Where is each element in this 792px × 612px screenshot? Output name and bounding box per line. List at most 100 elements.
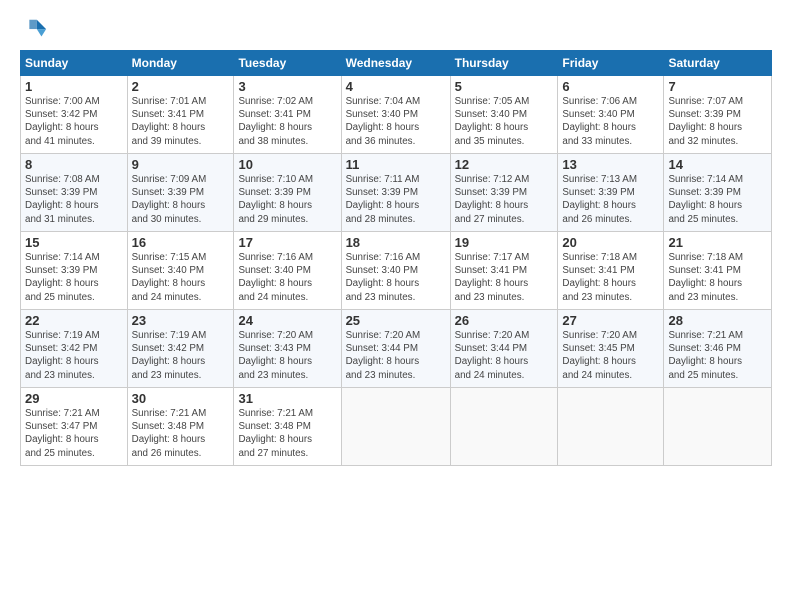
day-info: Sunrise: 7:20 AMSunset: 3:43 PMDaylight:…	[238, 329, 336, 382]
day-info: Sunrise: 7:08 AMSunset: 3:39 PMDaylight:…	[25, 173, 123, 226]
day-info: Sunrise: 7:06 AMSunset: 3:40 PMDaylight:…	[562, 95, 659, 148]
day-info: Sunrise: 7:21 AMSunset: 3:48 PMDaylight:…	[238, 407, 336, 460]
calendar-cell: 28Sunrise: 7:21 AMSunset: 3:46 PMDayligh…	[664, 310, 772, 388]
day-number: 20	[562, 235, 659, 250]
day-number: 1	[25, 79, 123, 94]
calendar-week-row: 29Sunrise: 7:21 AMSunset: 3:47 PMDayligh…	[21, 388, 772, 466]
weekday-header: Monday	[127, 51, 234, 76]
day-number: 22	[25, 313, 123, 328]
calendar-week-row: 8Sunrise: 7:08 AMSunset: 3:39 PMDaylight…	[21, 154, 772, 232]
day-info: Sunrise: 7:12 AMSunset: 3:39 PMDaylight:…	[455, 173, 554, 226]
calendar-cell: 1Sunrise: 7:00 AMSunset: 3:42 PMDaylight…	[21, 76, 128, 154]
calendar-cell: 29Sunrise: 7:21 AMSunset: 3:47 PMDayligh…	[21, 388, 128, 466]
day-info: Sunrise: 7:14 AMSunset: 3:39 PMDaylight:…	[668, 173, 767, 226]
calendar-cell: 24Sunrise: 7:20 AMSunset: 3:43 PMDayligh…	[234, 310, 341, 388]
day-number: 2	[132, 79, 230, 94]
calendar-cell: 14Sunrise: 7:14 AMSunset: 3:39 PMDayligh…	[664, 154, 772, 232]
day-number: 18	[346, 235, 446, 250]
page: SundayMondayTuesdayWednesdayThursdayFrid…	[0, 0, 792, 612]
calendar-cell: 22Sunrise: 7:19 AMSunset: 3:42 PMDayligh…	[21, 310, 128, 388]
calendar-cell: 12Sunrise: 7:12 AMSunset: 3:39 PMDayligh…	[450, 154, 558, 232]
day-info: Sunrise: 7:05 AMSunset: 3:40 PMDaylight:…	[455, 95, 554, 148]
day-number: 11	[346, 157, 446, 172]
calendar-cell	[450, 388, 558, 466]
day-info: Sunrise: 7:21 AMSunset: 3:46 PMDaylight:…	[668, 329, 767, 382]
calendar: SundayMondayTuesdayWednesdayThursdayFrid…	[20, 50, 772, 466]
day-info: Sunrise: 7:11 AMSunset: 3:39 PMDaylight:…	[346, 173, 446, 226]
calendar-cell	[341, 388, 450, 466]
calendar-week-row: 1Sunrise: 7:00 AMSunset: 3:42 PMDaylight…	[21, 76, 772, 154]
calendar-body: 1Sunrise: 7:00 AMSunset: 3:42 PMDaylight…	[21, 76, 772, 466]
calendar-cell: 9Sunrise: 7:09 AMSunset: 3:39 PMDaylight…	[127, 154, 234, 232]
calendar-cell	[558, 388, 664, 466]
calendar-cell: 5Sunrise: 7:05 AMSunset: 3:40 PMDaylight…	[450, 76, 558, 154]
day-info: Sunrise: 7:14 AMSunset: 3:39 PMDaylight:…	[25, 251, 123, 304]
day-info: Sunrise: 7:16 AMSunset: 3:40 PMDaylight:…	[346, 251, 446, 304]
day-number: 24	[238, 313, 336, 328]
day-number: 8	[25, 157, 123, 172]
day-info: Sunrise: 7:18 AMSunset: 3:41 PMDaylight:…	[668, 251, 767, 304]
calendar-cell: 31Sunrise: 7:21 AMSunset: 3:48 PMDayligh…	[234, 388, 341, 466]
day-info: Sunrise: 7:19 AMSunset: 3:42 PMDaylight:…	[25, 329, 123, 382]
day-number: 21	[668, 235, 767, 250]
day-number: 15	[25, 235, 123, 250]
day-info: Sunrise: 7:16 AMSunset: 3:40 PMDaylight:…	[238, 251, 336, 304]
day-info: Sunrise: 7:13 AMSunset: 3:39 PMDaylight:…	[562, 173, 659, 226]
weekday-header: Saturday	[664, 51, 772, 76]
day-number: 19	[455, 235, 554, 250]
logo-icon	[20, 16, 48, 44]
day-info: Sunrise: 7:18 AMSunset: 3:41 PMDaylight:…	[562, 251, 659, 304]
calendar-cell: 17Sunrise: 7:16 AMSunset: 3:40 PMDayligh…	[234, 232, 341, 310]
calendar-cell: 11Sunrise: 7:11 AMSunset: 3:39 PMDayligh…	[341, 154, 450, 232]
calendar-cell: 16Sunrise: 7:15 AMSunset: 3:40 PMDayligh…	[127, 232, 234, 310]
calendar-cell: 10Sunrise: 7:10 AMSunset: 3:39 PMDayligh…	[234, 154, 341, 232]
day-number: 12	[455, 157, 554, 172]
day-number: 17	[238, 235, 336, 250]
day-number: 5	[455, 79, 554, 94]
weekday-header: Tuesday	[234, 51, 341, 76]
calendar-cell: 23Sunrise: 7:19 AMSunset: 3:42 PMDayligh…	[127, 310, 234, 388]
calendar-week-row: 22Sunrise: 7:19 AMSunset: 3:42 PMDayligh…	[21, 310, 772, 388]
day-info: Sunrise: 7:20 AMSunset: 3:44 PMDaylight:…	[455, 329, 554, 382]
day-number: 7	[668, 79, 767, 94]
calendar-header: SundayMondayTuesdayWednesdayThursdayFrid…	[21, 51, 772, 76]
calendar-cell: 30Sunrise: 7:21 AMSunset: 3:48 PMDayligh…	[127, 388, 234, 466]
weekday-header: Thursday	[450, 51, 558, 76]
calendar-cell: 3Sunrise: 7:02 AMSunset: 3:41 PMDaylight…	[234, 76, 341, 154]
day-info: Sunrise: 7:02 AMSunset: 3:41 PMDaylight:…	[238, 95, 336, 148]
calendar-cell: 20Sunrise: 7:18 AMSunset: 3:41 PMDayligh…	[558, 232, 664, 310]
calendar-cell: 6Sunrise: 7:06 AMSunset: 3:40 PMDaylight…	[558, 76, 664, 154]
day-number: 13	[562, 157, 659, 172]
day-info: Sunrise: 7:21 AMSunset: 3:48 PMDaylight:…	[132, 407, 230, 460]
day-number: 26	[455, 313, 554, 328]
calendar-cell	[664, 388, 772, 466]
calendar-cell: 4Sunrise: 7:04 AMSunset: 3:40 PMDaylight…	[341, 76, 450, 154]
calendar-cell: 25Sunrise: 7:20 AMSunset: 3:44 PMDayligh…	[341, 310, 450, 388]
day-info: Sunrise: 7:17 AMSunset: 3:41 PMDaylight:…	[455, 251, 554, 304]
calendar-cell: 21Sunrise: 7:18 AMSunset: 3:41 PMDayligh…	[664, 232, 772, 310]
header	[20, 16, 772, 44]
day-info: Sunrise: 7:19 AMSunset: 3:42 PMDaylight:…	[132, 329, 230, 382]
day-number: 6	[562, 79, 659, 94]
calendar-cell: 27Sunrise: 7:20 AMSunset: 3:45 PMDayligh…	[558, 310, 664, 388]
calendar-week-row: 15Sunrise: 7:14 AMSunset: 3:39 PMDayligh…	[21, 232, 772, 310]
day-number: 4	[346, 79, 446, 94]
calendar-cell: 19Sunrise: 7:17 AMSunset: 3:41 PMDayligh…	[450, 232, 558, 310]
day-info: Sunrise: 7:20 AMSunset: 3:44 PMDaylight:…	[346, 329, 446, 382]
day-info: Sunrise: 7:10 AMSunset: 3:39 PMDaylight:…	[238, 173, 336, 226]
day-number: 10	[238, 157, 336, 172]
calendar-cell: 15Sunrise: 7:14 AMSunset: 3:39 PMDayligh…	[21, 232, 128, 310]
day-number: 29	[25, 391, 123, 406]
calendar-cell: 2Sunrise: 7:01 AMSunset: 3:41 PMDaylight…	[127, 76, 234, 154]
calendar-cell: 26Sunrise: 7:20 AMSunset: 3:44 PMDayligh…	[450, 310, 558, 388]
day-number: 28	[668, 313, 767, 328]
day-number: 31	[238, 391, 336, 406]
day-number: 27	[562, 313, 659, 328]
calendar-cell: 13Sunrise: 7:13 AMSunset: 3:39 PMDayligh…	[558, 154, 664, 232]
weekday-header: Sunday	[21, 51, 128, 76]
day-number: 25	[346, 313, 446, 328]
weekday-row: SundayMondayTuesdayWednesdayThursdayFrid…	[21, 51, 772, 76]
day-info: Sunrise: 7:20 AMSunset: 3:45 PMDaylight:…	[562, 329, 659, 382]
day-info: Sunrise: 7:15 AMSunset: 3:40 PMDaylight:…	[132, 251, 230, 304]
day-number: 3	[238, 79, 336, 94]
